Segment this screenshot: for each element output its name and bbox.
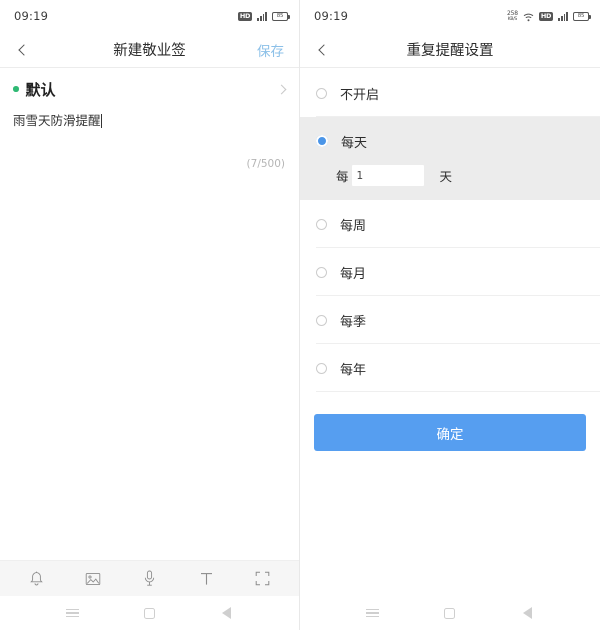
fullscreen-icon bbox=[255, 571, 270, 586]
page-title: 新建敬业签 bbox=[113, 43, 186, 59]
chevron-left-icon bbox=[17, 43, 30, 56]
network-speed-unit: KB/S bbox=[507, 16, 518, 22]
option-label: 每年 bbox=[340, 362, 367, 378]
reminder-bell-button[interactable] bbox=[19, 564, 53, 594]
recents-menu-icon bbox=[366, 608, 380, 618]
category-label: 默认 bbox=[25, 80, 56, 99]
image-icon bbox=[85, 572, 101, 585]
left-status-bar: 09:19 HD 85 bbox=[0, 0, 299, 32]
battery-level: 85 bbox=[276, 13, 284, 19]
status-time: 09:19 bbox=[14, 9, 49, 23]
category-selector-row[interactable]: 默认 bbox=[0, 72, 299, 106]
home-button[interactable] bbox=[436, 601, 464, 625]
back-button[interactable] bbox=[0, 32, 44, 68]
insert-image-button[interactable] bbox=[76, 564, 110, 594]
option-row-none[interactable]: 不开启 bbox=[300, 69, 600, 117]
radio-icon[interactable] bbox=[316, 362, 327, 374]
option-row-daily[interactable]: 每天 bbox=[300, 117, 600, 165]
home-square-icon bbox=[144, 607, 155, 619]
chevron-right-icon bbox=[276, 84, 287, 94]
row-divider bbox=[316, 391, 600, 392]
back-triangle-icon bbox=[522, 607, 532, 619]
recents-menu-icon bbox=[66, 608, 79, 618]
note-blank-space bbox=[0, 170, 299, 560]
radio-icon[interactable] bbox=[316, 266, 327, 278]
radio-icon[interactable] bbox=[316, 218, 327, 230]
radio-icon[interactable] bbox=[316, 87, 327, 99]
option-row-yearly[interactable]: 每年 bbox=[300, 344, 600, 392]
confirm-button[interactable]: 确定 bbox=[314, 414, 586, 451]
microphone-icon bbox=[144, 570, 155, 586]
right-phone-screen: 09:19 258 KB/S HD 85 重复提醒设置 不开启 每天 每 1 天… bbox=[300, 0, 600, 630]
option-block-daily: 每天 每 1 天 bbox=[300, 117, 600, 200]
system-back-button[interactable] bbox=[513, 601, 541, 625]
battery-icon: 85 bbox=[272, 11, 290, 21]
home-square-icon bbox=[444, 607, 456, 619]
back-triangle-icon bbox=[222, 607, 231, 619]
status-time: 09:19 bbox=[314, 9, 349, 23]
signal-icon bbox=[257, 11, 267, 21]
interval-value-input[interactable]: 1 bbox=[351, 165, 424, 186]
left-app-bar: 新建敬业签 保存 bbox=[0, 32, 299, 68]
hd-icon: HD bbox=[538, 11, 554, 21]
character-counter: (7/500) bbox=[246, 158, 285, 170]
radio-icon-selected[interactable] bbox=[316, 135, 328, 147]
editor-toolbar bbox=[0, 560, 299, 596]
option-row-monthly[interactable]: 每月 bbox=[300, 248, 600, 296]
option-row-quarterly[interactable]: 每季 bbox=[300, 296, 600, 344]
interval-unit-label: 天 bbox=[439, 169, 453, 184]
back-button[interactable] bbox=[300, 32, 344, 68]
option-label: 每周 bbox=[340, 218, 367, 234]
network-speed-indicator: 258 KB/S bbox=[506, 9, 518, 22]
wifi-icon bbox=[523, 7, 534, 26]
battery-level: 85 bbox=[577, 13, 585, 19]
left-phone-screen: 09:19 HD 85 新建敬业签 保存 默认 雨雪天防滑提醒 (7/500) bbox=[0, 0, 300, 630]
hd-icon: HD bbox=[237, 11, 253, 21]
fullscreen-button[interactable] bbox=[246, 564, 280, 594]
right-android-navbar bbox=[300, 596, 600, 630]
right-status-bar: 09:19 258 KB/S HD 85 bbox=[300, 0, 600, 32]
reminder-bell-icon bbox=[30, 571, 43, 585]
note-content-field[interactable]: 雨雪天防滑提醒 bbox=[0, 106, 299, 130]
network-speed-value: 258 bbox=[506, 9, 518, 17]
home-button[interactable] bbox=[136, 601, 164, 625]
option-label: 每季 bbox=[340, 314, 367, 330]
repeat-settings-list: 不开启 每天 每 1 天 每周 每月 每季 每年 确定 bbox=[300, 68, 600, 596]
option-label: 不开启 bbox=[340, 87, 380, 103]
save-button[interactable]: 保存 bbox=[257, 40, 284, 60]
signal-icon bbox=[558, 11, 568, 21]
recents-button[interactable] bbox=[359, 601, 387, 625]
confirm-button-wrapper: 确定 bbox=[300, 392, 600, 451]
radio-icon[interactable] bbox=[316, 314, 327, 326]
text-caret bbox=[100, 114, 102, 128]
page-title: 重复提醒设置 bbox=[406, 43, 494, 59]
voice-record-button[interactable] bbox=[132, 564, 166, 594]
option-label: 每天 bbox=[341, 135, 368, 151]
note-editor: 默认 雨雪天防滑提醒 (7/500) bbox=[0, 68, 299, 560]
battery-icon: 85 bbox=[573, 11, 591, 21]
interval-prefix-label: 每 bbox=[336, 169, 349, 184]
system-back-button[interactable] bbox=[213, 601, 241, 625]
right-app-bar: 重复提醒设置 bbox=[300, 32, 600, 68]
recents-button[interactable] bbox=[59, 601, 87, 625]
note-content-text: 雨雪天防滑提醒 bbox=[13, 113, 101, 128]
option-label: 每月 bbox=[340, 266, 367, 282]
status-icon-group: 258 KB/S HD 85 bbox=[506, 7, 591, 26]
text-format-button[interactable] bbox=[189, 564, 223, 594]
text-format-icon bbox=[200, 572, 212, 585]
option-row-weekly[interactable]: 每周 bbox=[300, 200, 600, 248]
status-icon-group: HD 85 bbox=[237, 11, 290, 21]
category-color-dot bbox=[13, 86, 19, 92]
chevron-left-icon bbox=[317, 43, 330, 56]
dual-screenshot-container: 09:19 HD 85 新建敬业签 保存 默认 雨雪天防滑提醒 (7/500) … bbox=[0, 0, 600, 630]
interval-config-row: 每 1 天 bbox=[300, 165, 600, 196]
left-android-navbar bbox=[0, 596, 299, 630]
